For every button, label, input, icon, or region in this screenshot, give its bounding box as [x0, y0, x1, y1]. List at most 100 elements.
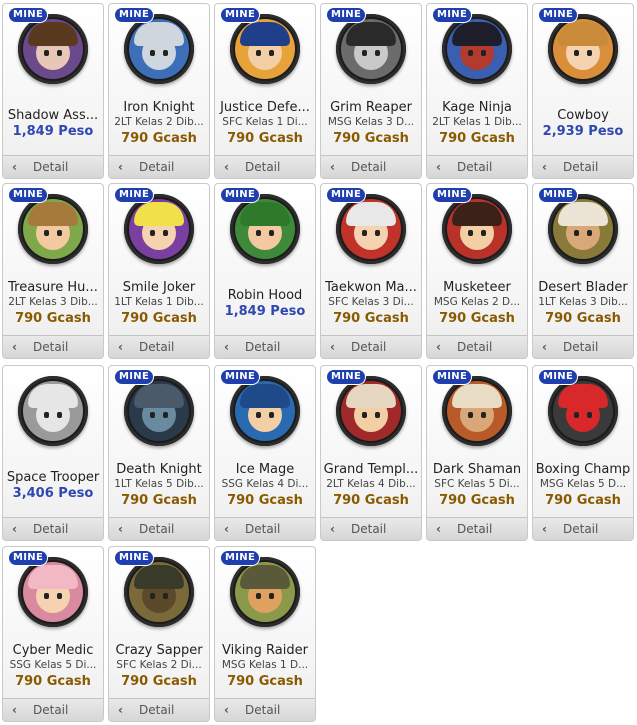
- character-card[interactable]: MINE Cyber Medic SSG Kelas 5 Di... 790 Gcas…: [2, 546, 104, 722]
- character-portrait[interactable]: [442, 376, 512, 446]
- detail-button[interactable]: ‹ Detail: [427, 155, 527, 178]
- character-portrait[interactable]: [230, 376, 300, 446]
- portrait-headgear: [134, 384, 184, 408]
- mine-badge: MINE: [433, 370, 472, 384]
- character-requirement: SFC Kelas 3 Di...: [328, 296, 414, 308]
- character-card[interactable]: MINE Treasure Hu... 2LT Kelas 3 Dib... 790 …: [2, 183, 104, 359]
- character-requirement: 2LT Kelas 2 Dib...: [114, 116, 204, 128]
- character-card[interactable]: MINE Kage Ninja 2LT Kelas 1 Dib... 790 Gcas…: [426, 3, 528, 179]
- character-name: Musketeer: [443, 280, 511, 295]
- detail-button[interactable]: ‹ Detail: [109, 698, 209, 721]
- detail-button[interactable]: ‹ Detail: [321, 155, 421, 178]
- mine-badge: MINE: [115, 551, 154, 565]
- detail-label: Detail: [245, 522, 281, 536]
- detail-button[interactable]: ‹ Detail: [109, 335, 209, 358]
- detail-button[interactable]: ‹ Detail: [109, 517, 209, 540]
- character-card[interactable]: MINE Grim Reaper MSG Kelas 3 D... 790 Gcash…: [320, 3, 422, 179]
- character-card[interactable]: MINE Viking Raider MSG Kelas 1 D... 790 Gca…: [214, 546, 316, 722]
- detail-button[interactable]: ‹ Detail: [109, 155, 209, 178]
- character-portrait[interactable]: [230, 14, 300, 84]
- detail-button[interactable]: ‹ Detail: [215, 335, 315, 358]
- detail-button[interactable]: ‹ Detail: [533, 517, 633, 540]
- character-price: 790 Gcash: [545, 311, 621, 326]
- mine-badge: MINE: [115, 188, 154, 202]
- character-portrait[interactable]: [336, 14, 406, 84]
- detail-button[interactable]: ‹ Detail: [533, 155, 633, 178]
- character-requirement: 1LT Kelas 3 Dib...: [538, 296, 628, 308]
- detail-button[interactable]: ‹ Detail: [427, 517, 527, 540]
- character-card[interactable]: MINE Iron Knight 2LT Kelas 2 Dib... 790 Gca…: [108, 3, 210, 179]
- mine-badge: MINE: [115, 8, 154, 22]
- character-portrait[interactable]: [124, 557, 194, 627]
- character-portrait[interactable]: [18, 14, 88, 84]
- character-portrait[interactable]: [18, 376, 88, 446]
- portrait-headgear: [558, 384, 608, 408]
- portrait-eye: [481, 50, 486, 56]
- detail-label: Detail: [139, 160, 175, 174]
- detail-button[interactable]: ‹ Detail: [321, 517, 421, 540]
- detail-label: Detail: [33, 522, 69, 536]
- portrait-eye: [256, 593, 261, 599]
- character-portrait[interactable]: [18, 557, 88, 627]
- portrait-eye: [163, 593, 168, 599]
- character-portrait[interactable]: [442, 14, 512, 84]
- character-card[interactable]: MINE Dark Shaman SFC Kelas 5 Di... 790 Gcas…: [426, 365, 528, 541]
- character-card[interactable]: MINE Musketeer MSG Kelas 2 D... 790 Gcash ‹ D…: [426, 183, 528, 359]
- character-requirement: 1LT Kelas 1 Dib...: [114, 296, 204, 308]
- detail-button[interactable]: ‹ Detail: [3, 698, 103, 721]
- character-price: 1,849 Peso: [12, 124, 94, 139]
- character-name: Iron Knight: [123, 100, 195, 115]
- character-name: Grand Templ...: [323, 462, 419, 477]
- character-card[interactable]: MINE Robin Hood 1,849 Peso ‹ Detail: [214, 183, 316, 359]
- character-name: Justice Defe...: [220, 100, 310, 115]
- character-portrait[interactable]: [548, 376, 618, 446]
- character-card[interactable]: MINE Crazy Sapper SFC Kelas 2 Di... 790 Gca…: [108, 546, 210, 722]
- character-name: Desert Blader: [538, 280, 628, 295]
- chevron-left-icon: ‹: [224, 522, 229, 536]
- character-card[interactable]: MINE Ice Mage SSG Kelas 4 Di... 790 Gcash ‹ D…: [214, 365, 316, 541]
- character-card[interactable]: MINE Grand Templ... 2LT Kelas 4 Dib... 790 …: [320, 365, 422, 541]
- portrait-headgear: [240, 565, 290, 589]
- detail-button[interactable]: ‹ Detail: [215, 517, 315, 540]
- character-card[interactable]: MINE Taekwon Ma... SFC Kelas 3 Di... 790 Gc…: [320, 183, 422, 359]
- character-card[interactable]: MINE Boxing Champ MSG Kelas 5 D... 790 Gcas…: [532, 365, 634, 541]
- character-name: Treasure Hu...: [8, 280, 98, 295]
- detail-button[interactable]: ‹ Detail: [533, 335, 633, 358]
- detail-button[interactable]: ‹ Detail: [3, 517, 103, 540]
- portrait-eye: [57, 593, 62, 599]
- character-requirement: MSG Kelas 2 D...: [433, 296, 521, 308]
- character-portrait[interactable]: [124, 14, 194, 84]
- character-portrait[interactable]: [336, 194, 406, 264]
- character-card[interactable]: MINE Shadow Ass... 1,849 Peso ‹ Detail: [2, 3, 104, 179]
- character-portrait[interactable]: [124, 376, 194, 446]
- detail-button[interactable]: ‹ Detail: [3, 335, 103, 358]
- character-card[interactable]: MINE Cowboy 2,939 Peso ‹ Detail: [532, 3, 634, 179]
- character-portrait[interactable]: [18, 194, 88, 264]
- portrait-eye: [481, 230, 486, 236]
- character-portrait[interactable]: [230, 194, 300, 264]
- detail-button[interactable]: ‹ Detail: [215, 698, 315, 721]
- portrait-headgear: [28, 384, 78, 408]
- portrait-headgear: [134, 565, 184, 589]
- detail-button[interactable]: ‹ Detail: [427, 335, 527, 358]
- character-name: Shadow Ass...: [7, 108, 99, 123]
- character-portrait[interactable]: [548, 14, 618, 84]
- detail-label: Detail: [351, 522, 387, 536]
- character-portrait[interactable]: [230, 557, 300, 627]
- detail-button[interactable]: ‹ Detail: [215, 155, 315, 178]
- character-card[interactable]: MINE Desert Blader 1LT Kelas 3 Dib... 790 G…: [532, 183, 634, 359]
- detail-button[interactable]: ‹ Detail: [321, 335, 421, 358]
- detail-button[interactable]: ‹ Detail: [3, 155, 103, 178]
- character-card[interactable]: MINE Justice Defe... SFC Kelas 1 Di... 790 …: [214, 3, 316, 179]
- character-portrait[interactable]: [124, 194, 194, 264]
- character-card[interactable]: Space Trooper 3,406 Peso ‹ Detail: [2, 365, 104, 541]
- character-portrait[interactable]: [336, 376, 406, 446]
- character-portrait[interactable]: [548, 194, 618, 264]
- character-card[interactable]: MINE Smile Joker 1LT Kelas 1 Dib... 790 Gca…: [108, 183, 210, 359]
- detail-label: Detail: [139, 340, 175, 354]
- character-card[interactable]: MINE Death Knight 1LT Kelas 5 Dib... 790 Gc…: [108, 365, 210, 541]
- character-portrait[interactable]: [442, 194, 512, 264]
- character-name: Dark Shaman: [432, 462, 522, 477]
- character-requirement: MSG Kelas 5 D...: [539, 478, 627, 490]
- character-price: 2,939 Peso: [542, 124, 624, 139]
